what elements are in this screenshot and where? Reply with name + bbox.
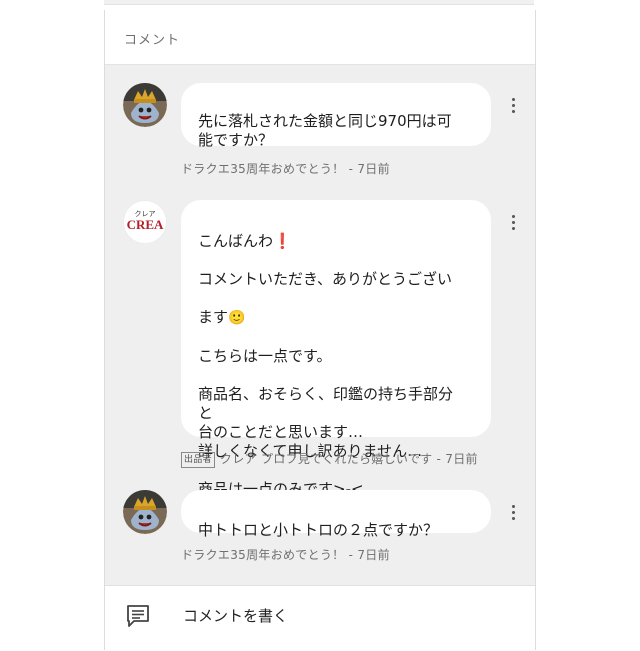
comment-line: こんばんわ❗ — [198, 232, 475, 251]
comment-text: 中トトロと小トトロの２点ですか？ — [198, 521, 439, 539]
king-slime-avatar-icon[interactable] — [123, 83, 167, 127]
comment-text: コメントいただき、ありがとうござい — [198, 270, 452, 288]
author-bio: プロフ見てくれたら嬉しいです — [260, 452, 433, 466]
comment-text: こんばんわ — [198, 232, 274, 250]
kebab-dot — [511, 109, 515, 113]
comment-time: 7日前 — [357, 162, 390, 176]
comment-bubble: こんばんわ❗ コメントいただき、ありがとうござい ます🙂 こちらは一点です。 商… — [181, 200, 491, 498]
comment-author[interactable]: ドラクエ35周年おめでとう！ — [181, 548, 344, 562]
comment-meta: ドラクエ35周年おめでとう！ - 7日前 — [181, 546, 390, 563]
crea-logo-avatar[interactable]: クレア CREA — [123, 200, 167, 244]
comment-text: こちらは一点です。 商品名、おそらく、印鑑の持ち手部分 と 台のことだと思います… — [198, 347, 454, 498]
comments-header: コメント — [105, 10, 535, 65]
previous-section-edge — [104, 0, 534, 5]
comment-time: 7日前 — [445, 452, 478, 466]
meta-separator: - — [344, 162, 358, 176]
comment-author[interactable]: クレア — [220, 452, 257, 466]
kebab-dot — [511, 220, 515, 224]
comment-line: コメントいただき、ありがとうござい — [198, 270, 475, 289]
comment-author[interactable]: ドラクエ35周年おめでとう！ — [181, 162, 344, 176]
comment-text: ます — [198, 308, 229, 326]
comments-panel: コメント 先に落札された金額と同じ970円は可 能ですか？ ドラクエ35周年おめ… — [104, 10, 536, 651]
write-comment-button[interactable]: コメントを書く — [105, 585, 535, 651]
comment-text: 先に落札された金額と同じ970円は可 能ですか？ — [198, 112, 452, 149]
kebab-dot — [511, 504, 515, 508]
meta-separator: - — [344, 548, 358, 562]
kebab-dot — [511, 510, 515, 514]
crea-logo-big-text: CREA — [126, 217, 164, 232]
kebab-dot — [511, 516, 515, 520]
comment-meta: 出品者 クレア プロフ見てくれたら嬉しいです - 7日前 — [181, 450, 478, 468]
comment-menu-button[interactable] — [503, 95, 523, 115]
comment-meta: ドラクエ35周年おめでとう！ - 7日前 — [181, 160, 390, 177]
kebab-dot — [511, 214, 515, 218]
write-comment-label: コメントを書く — [183, 607, 289, 625]
comment-time: 7日前 — [357, 548, 390, 562]
comment-bubble: 中トトロと小トトロの２点ですか？ — [181, 490, 491, 539]
kebab-dot — [511, 226, 515, 230]
comment-menu-button[interactable] — [503, 502, 523, 522]
smile-emoji-icon: 🙂 — [228, 310, 246, 326]
kebab-dot — [511, 97, 515, 101]
comments-title: コメント — [124, 33, 181, 48]
comment-line: ます🙂 — [198, 308, 475, 328]
comment-bubble: 先に落札された金額と同じ970円は可 能ですか？ — [181, 83, 491, 149]
kebab-dot — [511, 103, 515, 107]
exclamation-emoji-icon: ❗ — [273, 232, 292, 250]
comment-write-icon — [127, 605, 149, 627]
seller-badge: 出品者 — [181, 452, 215, 468]
comment-menu-button[interactable] — [503, 212, 523, 232]
king-slime-avatar-icon[interactable] — [123, 490, 167, 534]
meta-separator: - — [432, 452, 446, 466]
